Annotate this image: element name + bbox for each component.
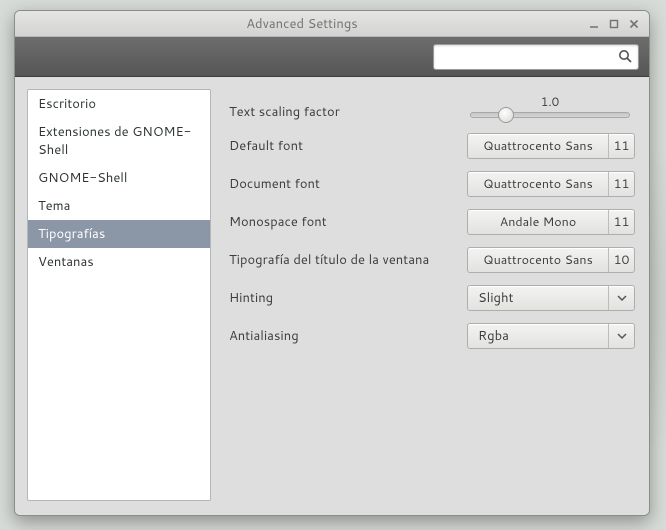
sidebar-item-escritorio[interactable]: Escritorio xyxy=(28,90,210,118)
font-size: 11 xyxy=(608,134,634,158)
sidebar-item-ventanas[interactable]: Ventanas xyxy=(28,248,210,276)
row-hinting: Hinting Slight xyxy=(229,283,635,313)
default-font-button[interactable]: Quattrocento Sans 11 xyxy=(467,133,635,159)
maximize-button[interactable] xyxy=(605,16,623,32)
sidebar-item-label: Escritorio xyxy=(38,95,96,113)
font-name: Quattrocento Sans xyxy=(468,134,608,158)
row-default-font: Default font Quattrocento Sans 11 xyxy=(229,131,635,161)
search-input[interactable] xyxy=(442,49,618,64)
category-sidebar: Escritorio Extensiones de GNOME-Shell GN… xyxy=(27,89,211,501)
sidebar-item-tema[interactable]: Tema xyxy=(28,192,210,220)
titlebar[interactable]: Advanced Settings xyxy=(15,11,649,37)
row-antialiasing: Antialiasing Rgba xyxy=(229,321,635,351)
close-button[interactable] xyxy=(625,16,643,32)
document-font-label: Document font xyxy=(229,175,465,193)
search-icon xyxy=(618,49,633,64)
font-size: 10 xyxy=(608,248,634,272)
text-scaling-label: Text scaling factor xyxy=(229,93,465,121)
sidebar-item-label: Tema xyxy=(38,197,70,215)
row-document-font: Document font Quattrocento Sans 11 xyxy=(229,169,635,199)
settings-panel: Text scaling factor 1.0 Default font Qua… xyxy=(223,89,637,501)
combo-value: Rgba xyxy=(468,324,608,348)
sidebar-item-extensiones[interactable]: Extensiones de GNOME-Shell xyxy=(28,118,210,164)
hinting-combo[interactable]: Slight xyxy=(467,285,635,311)
window-title-font-label: Tipografía del título de la ventana xyxy=(229,251,465,269)
chevron-down-icon xyxy=(608,286,634,310)
text-scaling-slider[interactable] xyxy=(470,112,630,118)
sidebar-item-label: Tipografías xyxy=(38,225,105,243)
font-size: 11 xyxy=(608,172,634,196)
sidebar-item-label: Ventanas xyxy=(38,253,94,271)
font-name: Quattrocento Sans xyxy=(468,248,608,272)
sidebar-item-label: GNOME-Shell xyxy=(38,169,127,187)
search-field[interactable] xyxy=(433,44,639,70)
monospace-font-label: Monospace font xyxy=(229,213,465,231)
combo-value: Slight xyxy=(468,286,608,310)
font-name: Andale Mono xyxy=(468,210,608,234)
row-monospace-font: Monospace font Andale Mono 11 xyxy=(229,207,635,237)
settings-window: Advanced Settings Escritorio Extensiones… xyxy=(14,10,650,516)
monospace-font-button[interactable]: Andale Mono 11 xyxy=(467,209,635,235)
row-text-scaling: Text scaling factor 1.0 xyxy=(229,93,635,123)
chevron-down-icon xyxy=(608,324,634,348)
font-size: 11 xyxy=(608,210,634,234)
content-area: Escritorio Extensiones de GNOME-Shell GN… xyxy=(15,77,649,515)
default-font-label: Default font xyxy=(229,137,465,155)
hinting-label: Hinting xyxy=(229,289,465,307)
window-title-font-button[interactable]: Quattrocento Sans 10 xyxy=(467,247,635,273)
text-scaling-value: 1.0 xyxy=(541,93,560,110)
toolbar xyxy=(15,37,649,77)
sidebar-item-label: Extensiones de GNOME-Shell xyxy=(38,123,191,159)
minimize-button[interactable] xyxy=(585,16,603,32)
antialiasing-label: Antialiasing xyxy=(229,327,465,345)
row-window-title-font: Tipografía del título de la ventana Quat… xyxy=(229,245,635,275)
sidebar-item-gnome-shell[interactable]: GNOME-Shell xyxy=(28,164,210,192)
font-name: Quattrocento Sans xyxy=(468,172,608,196)
slider-thumb[interactable] xyxy=(498,107,514,123)
document-font-button[interactable]: Quattrocento Sans 11 xyxy=(467,171,635,197)
antialiasing-combo[interactable]: Rgba xyxy=(467,323,635,349)
sidebar-item-tipografias[interactable]: Tipografías xyxy=(28,220,210,248)
window-title: Advanced Settings xyxy=(246,15,358,33)
